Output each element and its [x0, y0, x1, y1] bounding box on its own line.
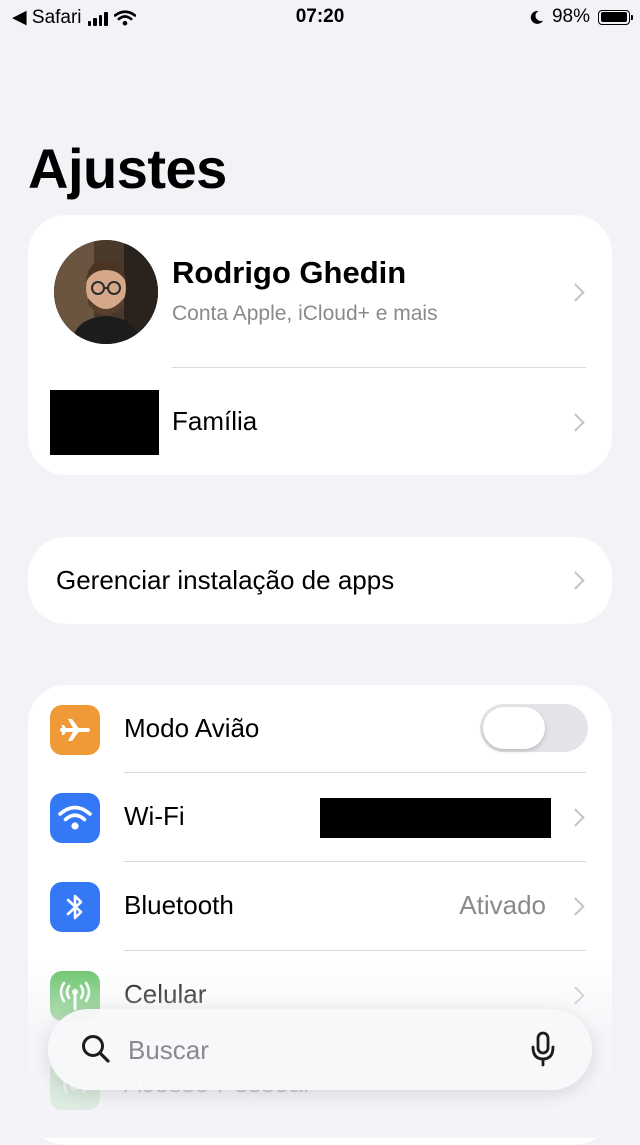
- bluetooth-row[interactable]: Bluetooth Ativado: [28, 862, 612, 950]
- microphone-icon[interactable]: [530, 1031, 556, 1067]
- status-right: 98%: [529, 6, 633, 28]
- chevron-right-icon: [566, 897, 585, 916]
- toggle-knob: [483, 707, 545, 749]
- moon-icon: [530, 10, 543, 24]
- bluetooth-status: Ativado: [459, 890, 546, 920]
- chevron-right-icon: [566, 571, 585, 590]
- page-title: Ajustes: [28, 137, 227, 200]
- search-input[interactable]: Buscar: [128, 1035, 209, 1066]
- chevron-right-icon: [566, 986, 585, 1005]
- chevron-right-icon: [566, 413, 585, 432]
- airplane-icon: [50, 705, 100, 755]
- family-label: Família: [172, 406, 258, 436]
- redacted-icon: [50, 390, 159, 455]
- airplane-mode-label: Modo Avião: [124, 713, 260, 743]
- bluetooth-label: Bluetooth: [124, 890, 234, 920]
- cellular-label: Celular: [124, 979, 207, 1009]
- manage-app-installs-row[interactable]: Gerenciar instalação de apps: [28, 537, 612, 624]
- avatar: [54, 240, 158, 344]
- airplane-mode-toggle[interactable]: [480, 704, 588, 752]
- profile-card: Rodrigo Ghedin Conta Apple, iCloud+ e ma…: [28, 215, 612, 475]
- family-row[interactable]: Família: [28, 368, 612, 475]
- wifi-row[interactable]: Wi-Fi: [28, 773, 612, 861]
- bluetooth-icon: [50, 882, 100, 932]
- search-bar[interactable]: Buscar: [48, 1009, 592, 1090]
- battery-percent: 98%: [551, 6, 590, 27]
- airplane-mode-row: Modo Avião: [28, 685, 612, 773]
- chevron-right-icon: [566, 808, 585, 827]
- manage-app-installs-label: Gerenciar instalação de apps: [56, 565, 395, 595]
- account-name: Rodrigo Ghedin: [172, 255, 407, 290]
- wifi-icon: [50, 793, 100, 843]
- status-bar: ◀ Safari 07:20 98%: [0, 0, 640, 36]
- battery-icon: [598, 9, 633, 25]
- wifi-label: Wi-Fi: [124, 801, 185, 831]
- redacted-network-name: [320, 798, 551, 838]
- chevron-right-icon: [566, 283, 585, 302]
- apple-account-row[interactable]: Rodrigo Ghedin Conta Apple, iCloud+ e ma…: [28, 215, 612, 367]
- search-icon: [82, 1035, 110, 1063]
- account-subtitle: Conta Apple, iCloud+ e mais: [172, 302, 438, 325]
